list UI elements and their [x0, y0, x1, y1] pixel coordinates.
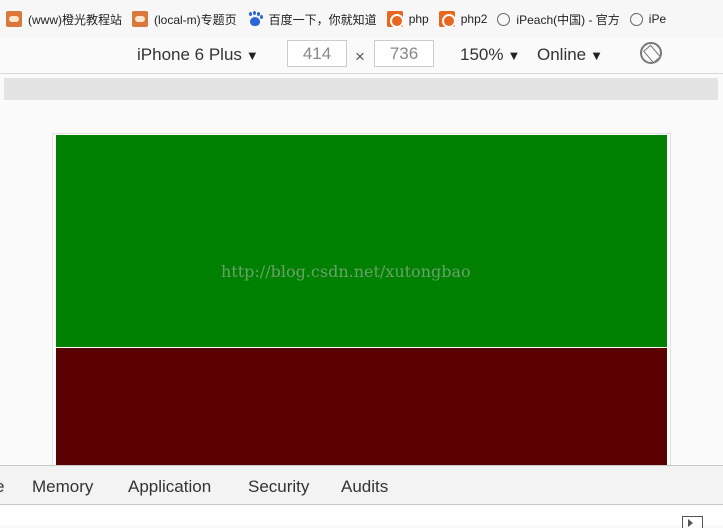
bookmark-label: php2 [460, 12, 488, 26]
globe-icon [497, 12, 511, 26]
tab-memory[interactable]: Memory [32, 477, 93, 497]
bookmark-item[interactable]: php2 [438, 11, 488, 28]
tab-partial[interactable]: e [0, 477, 4, 497]
zoom-select[interactable]: 150% ▼ [460, 45, 520, 65]
tab-application[interactable]: Application [128, 477, 211, 497]
device-toolbar: iPhone 6 Plus ▼ 414 × 736 150% ▼ Online ▼ [0, 38, 723, 74]
bookmark-label: (www)橙光教程站 [28, 12, 122, 27]
height-input[interactable]: 736 [374, 40, 434, 67]
bookmark-label: 百度一下，你就知道 [268, 12, 377, 27]
bookmark-item[interactable]: iPeach(中国) - 官方 [497, 11, 620, 28]
dimension-separator: × [355, 47, 365, 66]
php-icon [438, 11, 456, 28]
media-query-ruler[interactable] [4, 78, 718, 100]
chevron-down-icon: ▼ [245, 48, 259, 63]
dark-red-block [56, 348, 667, 468]
site-face-icon [132, 11, 148, 27]
tab-security[interactable]: Security [248, 477, 309, 497]
site-face-icon [6, 11, 22, 27]
bookmarks-bar: (www)橙光教程站 (local-m)专题页 百度一下，你就知道 php ph… [0, 0, 723, 38]
green-block [56, 135, 667, 347]
rotate-icon[interactable] [640, 42, 662, 64]
device-select[interactable]: iPhone 6 Plus ▼ [137, 45, 259, 65]
tab-audits[interactable]: Audits [341, 477, 388, 497]
chevron-down-icon: ▼ [507, 48, 521, 63]
baidu-paw-icon [247, 11, 263, 27]
bookmark-item[interactable]: (www)橙光教程站 [6, 11, 122, 28]
bookmark-label: (local-m)专题页 [154, 12, 237, 27]
chevron-down-icon: ▼ [590, 48, 604, 63]
bookmark-item[interactable]: (local-m)专题页 [132, 11, 237, 28]
devtools-panel [0, 506, 723, 525]
toggle-drawer-icon[interactable] [682, 516, 703, 528]
bookmark-item[interactable]: 百度一下，你就知道 [247, 11, 377, 28]
bookmark-label: php [408, 12, 429, 26]
globe-icon [629, 12, 643, 26]
width-input[interactable]: 414 [287, 40, 347, 67]
bookmark-item[interactable]: iPe [629, 12, 667, 26]
bookmark-label: iPe [648, 12, 667, 26]
devtools-tab-bar: e Memory Application Security Audits [0, 465, 723, 505]
bookmark-label: iPeach(中国) - 官方 [516, 12, 620, 27]
zoom-value: 150% [460, 45, 504, 64]
device-name: iPhone 6 Plus [137, 45, 242, 64]
watermark: http://blog.csdn.net/xutongbao [221, 262, 471, 281]
php-icon [386, 11, 404, 28]
bookmark-item[interactable]: php [386, 11, 429, 28]
network-value: Online [537, 45, 587, 64]
network-throttle-select[interactable]: Online ▼ [537, 45, 603, 65]
